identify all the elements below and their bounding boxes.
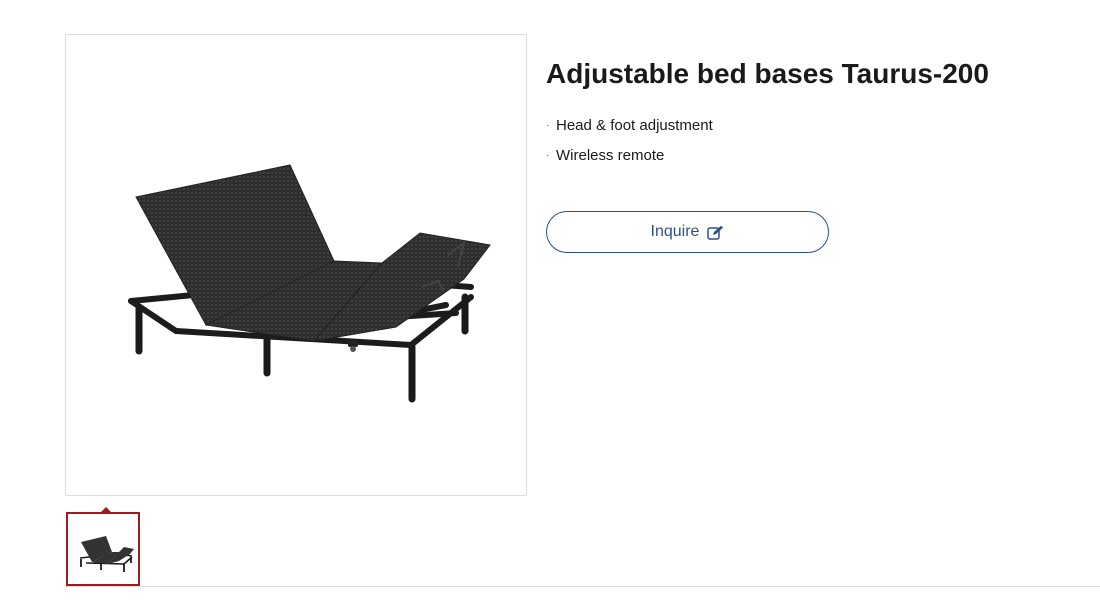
product-title: Adjustable bed bases Taurus-200: [546, 58, 989, 89]
feature-item: · Head & foot adjustment: [546, 116, 713, 146]
feature-text: Head & foot adjustment: [556, 117, 713, 134]
inquire-label: Inquire: [650, 223, 700, 240]
feature-bullet: ·: [546, 120, 550, 131]
edit-icon: [707, 225, 724, 240]
feature-list: · Head & foot adjustment · Wireless remo…: [546, 116, 713, 176]
feature-bullet: ·: [546, 150, 550, 161]
section-divider: [65, 586, 1100, 587]
bed-thumbnail-icon: [79, 536, 134, 572]
bed-base-illustration: [128, 164, 491, 403]
feature-item: · Wireless remote: [546, 146, 713, 176]
feature-text: Wireless remote: [556, 147, 665, 164]
inquire-button[interactable]: Inquire: [546, 211, 829, 253]
thumbnail-1[interactable]: [66, 512, 140, 586]
product-page: Adjustable bed bases Taurus-200 · Head &…: [0, 0, 1100, 611]
product-main-image: [65, 34, 527, 496]
